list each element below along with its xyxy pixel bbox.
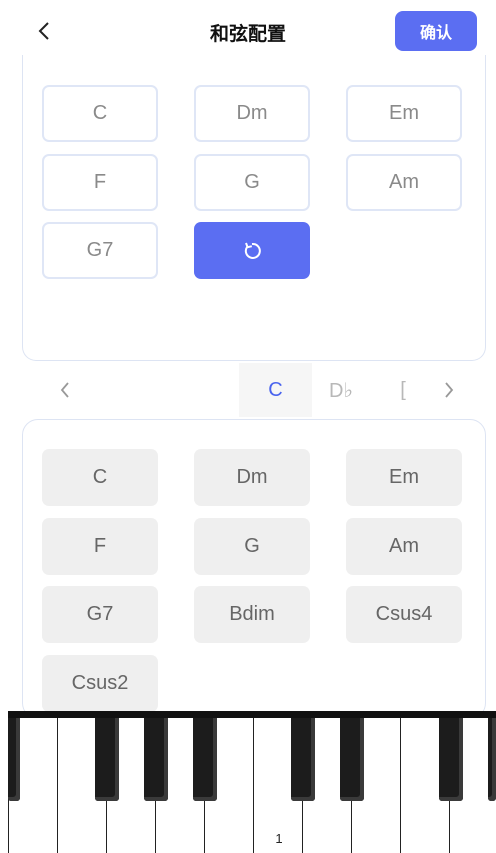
chord-option[interactable]: Dm bbox=[194, 449, 310, 506]
chord-option[interactable]: G bbox=[194, 518, 310, 575]
refresh-icon bbox=[244, 242, 261, 259]
chord-option[interactable]: Bdim bbox=[194, 586, 310, 643]
selected-chord-slot[interactable]: G bbox=[194, 154, 310, 211]
key-tab-partial[interactable]: [ bbox=[390, 363, 416, 417]
chord-option[interactable]: G7 bbox=[42, 586, 158, 643]
selected-chord-slot[interactable]: Dm bbox=[194, 85, 310, 142]
selected-chord-slot[interactable]: Am bbox=[346, 154, 462, 211]
chevron-right-icon bbox=[445, 382, 454, 398]
chevron-left-icon bbox=[60, 382, 69, 398]
piano-keyboard bbox=[0, 711, 496, 853]
key-selector: C D♭ [ bbox=[0, 363, 496, 417]
top-bar: 和弦配置 确认 bbox=[0, 0, 496, 62]
confirm-button[interactable]: 确认 bbox=[395, 11, 477, 51]
piano-top-bar bbox=[8, 711, 496, 718]
key-tab-d-flat[interactable]: D♭ bbox=[318, 363, 364, 417]
piano-black-key[interactable] bbox=[95, 718, 119, 801]
piano-black-key[interactable] bbox=[193, 718, 217, 801]
piano-black-key[interactable] bbox=[291, 718, 315, 801]
key-prev-button[interactable] bbox=[50, 363, 80, 417]
chord-option[interactable]: Am bbox=[346, 518, 462, 575]
selected-chord-slot[interactable]: G7 bbox=[42, 222, 158, 279]
piano-black-key[interactable] bbox=[488, 718, 496, 801]
chord-option[interactable]: F bbox=[42, 518, 158, 575]
chord-option[interactable]: C bbox=[42, 449, 158, 506]
chord-option[interactable]: Em bbox=[346, 449, 462, 506]
reset-button[interactable] bbox=[194, 222, 310, 279]
chord-option[interactable]: Csus2 bbox=[42, 655, 158, 712]
piano-black-key[interactable] bbox=[439, 718, 463, 801]
chord-option[interactable]: Csus4 bbox=[346, 586, 462, 643]
key-next-button[interactable] bbox=[434, 363, 464, 417]
selected-chord-slot[interactable]: F bbox=[42, 154, 158, 211]
selected-chord-slot[interactable]: Em bbox=[346, 85, 462, 142]
piano-black-key[interactable] bbox=[144, 718, 168, 801]
key-tab-c[interactable]: C bbox=[239, 363, 312, 417]
selected-chord-slot[interactable]: C bbox=[42, 85, 158, 142]
octave-label: 1 bbox=[275, 831, 283, 846]
piano-black-key[interactable] bbox=[340, 718, 364, 801]
piano-black-key[interactable] bbox=[8, 718, 20, 801]
